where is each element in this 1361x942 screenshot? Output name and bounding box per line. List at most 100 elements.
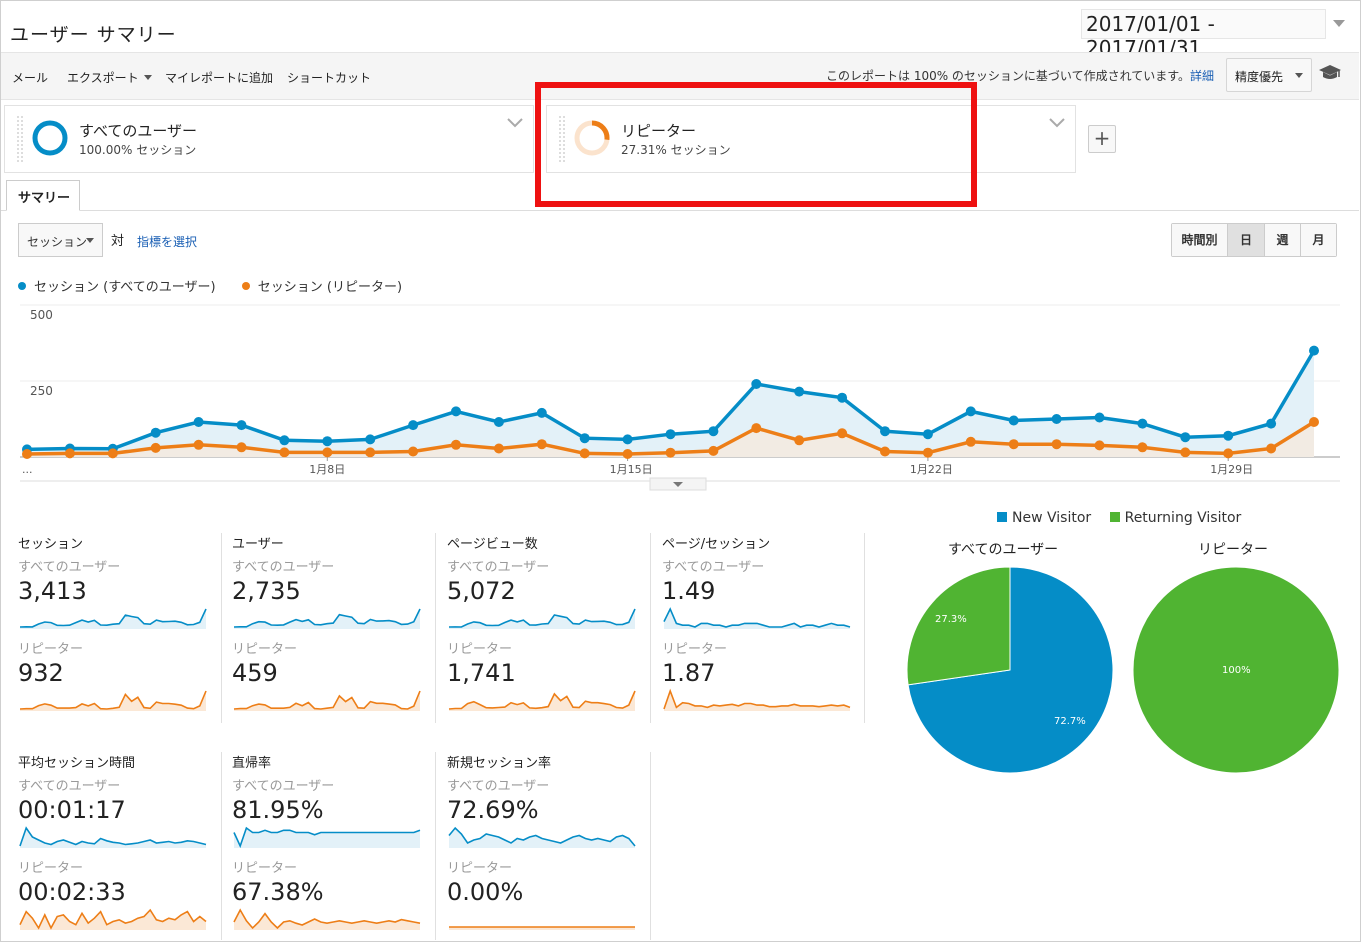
chevron-down-icon[interactable] bbox=[1049, 118, 1065, 128]
data-point-all-users[interactable] bbox=[1008, 415, 1019, 426]
column-divider bbox=[221, 533, 222, 723]
data-point-all-users[interactable] bbox=[1137, 418, 1148, 429]
column-divider bbox=[221, 752, 222, 940]
precision-select[interactable]: 精度優先 bbox=[1226, 58, 1312, 92]
data-point-repeaters[interactable] bbox=[1051, 439, 1062, 450]
data-point-all-users[interactable] bbox=[236, 420, 247, 431]
data-point-all-users[interactable] bbox=[708, 426, 719, 437]
data-point-repeaters[interactable] bbox=[1309, 417, 1319, 427]
period-month-button[interactable]: 月 bbox=[1301, 224, 1336, 256]
data-point-repeaters[interactable] bbox=[1180, 447, 1191, 458]
data-point-repeaters[interactable] bbox=[1137, 442, 1148, 453]
data-point-all-users[interactable] bbox=[536, 407, 547, 418]
data-point-all-users[interactable] bbox=[1309, 345, 1319, 356]
drag-handle-icon[interactable] bbox=[17, 116, 23, 162]
data-point-all-users[interactable] bbox=[965, 406, 976, 417]
data-point-repeaters[interactable] bbox=[922, 447, 933, 458]
data-point-repeaters[interactable] bbox=[279, 447, 290, 458]
data-point-all-users[interactable] bbox=[665, 429, 676, 440]
period-week-button[interactable]: 週 bbox=[1265, 224, 1301, 256]
data-point-repeaters[interactable] bbox=[880, 446, 890, 457]
data-point-repeaters[interactable] bbox=[536, 439, 547, 450]
data-point-all-users[interactable] bbox=[579, 433, 590, 444]
data-point-repeaters[interactable] bbox=[236, 442, 247, 453]
data-point-repeaters[interactable] bbox=[193, 439, 204, 450]
metric-value: 67.38% bbox=[232, 878, 324, 906]
details-link[interactable]: 詳細 bbox=[1190, 69, 1214, 83]
metric-sparkline-repeaters bbox=[19, 690, 207, 711]
metric-sparkline-all-users bbox=[448, 608, 636, 629]
data-point-repeaters[interactable] bbox=[1266, 443, 1277, 454]
add-segment-button[interactable]: + bbox=[1088, 125, 1116, 153]
mail-button[interactable]: メール bbox=[12, 69, 48, 86]
data-point-repeaters[interactable] bbox=[150, 442, 161, 453]
sparkline-area bbox=[20, 609, 206, 629]
data-point-all-users[interactable] bbox=[408, 420, 419, 431]
data-point-repeaters[interactable] bbox=[107, 448, 118, 459]
data-point-repeaters[interactable] bbox=[622, 449, 633, 459]
metric-segment-label: すべてのユーザー bbox=[447, 560, 550, 575]
data-point-all-users[interactable] bbox=[451, 406, 461, 417]
data-point-all-users[interactable] bbox=[1223, 430, 1234, 441]
data-point-repeaters[interactable] bbox=[322, 447, 333, 458]
add-to-dashboard-button[interactable]: マイレポートに追加 bbox=[165, 69, 273, 86]
shortcut-button[interactable]: ショートカット bbox=[287, 69, 371, 86]
data-point-all-users[interactable] bbox=[837, 392, 848, 403]
x-tick-label: ... bbox=[22, 463, 33, 476]
segment-card-all-users[interactable]: すべてのユーザー 100.00% セッション bbox=[4, 105, 534, 173]
data-point-all-users[interactable] bbox=[751, 379, 762, 389]
data-point-repeaters[interactable] bbox=[1094, 440, 1105, 451]
data-point-all-users[interactable] bbox=[922, 429, 933, 440]
metric-value: 459 bbox=[232, 659, 278, 687]
data-point-all-users[interactable] bbox=[365, 434, 376, 445]
data-point-repeaters[interactable] bbox=[665, 447, 676, 458]
data-point-all-users[interactable] bbox=[1094, 412, 1105, 423]
graduation-cap-icon[interactable] bbox=[1318, 64, 1342, 82]
date-range-dropdown-icon[interactable] bbox=[1333, 20, 1345, 27]
metric-title: ページビュー数 bbox=[447, 537, 538, 552]
data-point-repeaters[interactable] bbox=[493, 443, 504, 454]
data-point-repeaters[interactable] bbox=[579, 448, 590, 459]
data-point-repeaters[interactable] bbox=[64, 448, 75, 459]
data-point-all-users[interactable] bbox=[493, 417, 504, 427]
data-point-repeaters[interactable] bbox=[408, 446, 419, 457]
data-point-repeaters[interactable] bbox=[751, 423, 762, 434]
x-tick-label: 1月8日 bbox=[309, 463, 345, 476]
data-point-repeaters[interactable] bbox=[708, 445, 719, 456]
data-point-repeaters[interactable] bbox=[22, 449, 32, 459]
sparkline-area bbox=[20, 828, 206, 848]
data-point-repeaters[interactable] bbox=[794, 435, 805, 446]
data-point-all-users[interactable] bbox=[150, 427, 161, 438]
data-point-repeaters[interactable] bbox=[837, 428, 848, 439]
data-point-repeaters[interactable] bbox=[365, 447, 376, 458]
metric-segment-label: リピーター bbox=[447, 642, 513, 657]
metric-select[interactable]: セッション bbox=[18, 223, 103, 257]
data-point-repeaters[interactable] bbox=[1223, 448, 1234, 459]
date-range-picker[interactable]: 2017/01/01 - 2017/01/31 bbox=[1081, 9, 1326, 60]
data-point-repeaters[interactable] bbox=[965, 436, 976, 447]
data-point-all-users[interactable] bbox=[622, 434, 633, 445]
data-point-all-users[interactable] bbox=[193, 417, 204, 427]
data-point-all-users[interactable] bbox=[1266, 418, 1277, 429]
data-point-all-users[interactable] bbox=[880, 426, 890, 437]
data-point-all-users[interactable] bbox=[1180, 432, 1191, 443]
data-point-all-users[interactable] bbox=[279, 435, 290, 446]
pie-slice[interactable] bbox=[906, 566, 1011, 686]
pick-metric-link[interactable]: 指標を選択 bbox=[137, 233, 197, 250]
metric-block: 平均セッション時間 すべてのユーザー 00:01:17 リピーター 00:02:33 bbox=[18, 752, 214, 936]
metric-value: 1,741 bbox=[447, 659, 516, 687]
metric-select-label: セッション bbox=[27, 235, 88, 249]
highlight-box bbox=[535, 82, 977, 207]
chevron-down-icon[interactable] bbox=[507, 118, 523, 128]
data-point-all-users[interactable] bbox=[322, 436, 333, 447]
data-point-repeaters[interactable] bbox=[1008, 439, 1019, 450]
period-hourly-button[interactable]: 時間別 bbox=[1172, 224, 1228, 256]
export-menu[interactable]: エクスポート bbox=[67, 69, 152, 86]
tab-summary[interactable]: サマリー bbox=[6, 180, 80, 211]
metric-segment-label: リピーター bbox=[662, 642, 728, 657]
data-point-all-users[interactable] bbox=[794, 386, 805, 397]
period-day-button[interactable]: 日 bbox=[1228, 224, 1265, 256]
data-point-repeaters[interactable] bbox=[451, 439, 461, 450]
data-point-all-users[interactable] bbox=[1051, 414, 1062, 424]
metric-segment-label: リピーター bbox=[18, 642, 84, 657]
